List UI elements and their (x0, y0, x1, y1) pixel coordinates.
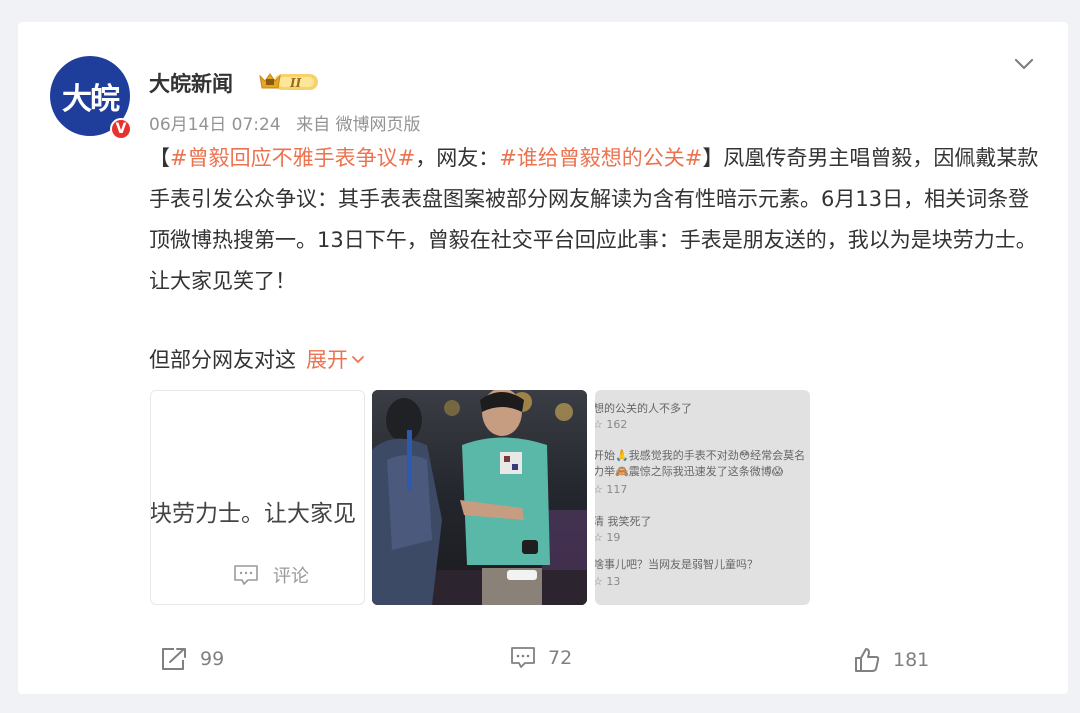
level-badge-icon[interactable]: II (258, 71, 320, 93)
username[interactable]: 大皖新闻 (149, 68, 233, 98)
comment-button[interactable]: 72 (510, 646, 572, 670)
more-text: 但部分网友对这 (149, 348, 296, 372)
repost-icon (162, 648, 186, 670)
repost-count: 99 (200, 648, 225, 670)
photo-image (372, 390, 587, 605)
comment-icon (511, 647, 535, 668)
post-source: 来自 微博网页版 (296, 115, 421, 135)
level-text: II (289, 76, 302, 90)
image-text: 块劳力士。让大家见 (150, 501, 356, 527)
post-meta: 06月14日 07:24 来自 微博网页版 (149, 110, 430, 135)
bracket-open: 【 (149, 146, 170, 170)
image-comment-label: 评论 (233, 562, 309, 588)
like-button[interactable]: 181 (853, 646, 929, 674)
post-image-1[interactable]: 块劳力士。让大家见 评论 (150, 390, 365, 605)
expand-button[interactable]: 展开 (306, 348, 365, 372)
comment-count: 72 (548, 647, 573, 669)
repost-button[interactable]: 99 (160, 646, 224, 672)
content-more: 但部分网友对这 展开 (149, 340, 365, 381)
image-count: ☆ 117 (595, 483, 628, 496)
image-text: 啥事儿吧？当网友是弱智儿童吗？ (595, 558, 758, 571)
image-count: ☆ 162 (595, 418, 628, 431)
post-image-3[interactable]: 想的公关的人不多了 ☆ 162 开始🙏我感觉我的手表不对劲😳经常会莫名 力举🙈震… (595, 390, 810, 605)
weibo-post-card: 大皖 V 大皖新闻 II 06月14日 07:24 来自 微博网页版 【#曾毅回… (18, 22, 1068, 694)
content-text: ，网友： (415, 146, 500, 170)
chevron-down-icon[interactable] (1012, 52, 1036, 76)
avatar-text: 大皖 (62, 82, 120, 117)
hashtag-link[interactable]: #曾毅回应不雅手表争议# (170, 146, 415, 170)
post-content: 【#曾毅回应不雅手表争议#，网友：#谁给曾毅想的公关#】凤凰传奇男主唱曾毅，因佩… (149, 138, 1039, 302)
post-time[interactable]: 06月14日 07:24 (149, 115, 281, 135)
image-text: 力举🙈震惊之际我迅速发了这条微博😱 (595, 465, 784, 478)
image-count: ☆ 19 (595, 531, 621, 544)
verified-icon: V (110, 118, 132, 140)
hashtag-link[interactable]: #谁给曾毅想的公关# (499, 146, 702, 170)
image-text: 清 我笑死了 (595, 515, 652, 528)
image-text: 想的公关的人不多了 (595, 402, 692, 415)
post-image-2[interactable] (372, 390, 587, 605)
like-icon (855, 648, 880, 672)
like-count: 181 (893, 649, 930, 671)
image-text: 开始🙏我感觉我的手表不对劲😳经常会莫名 (595, 449, 806, 462)
comment-icon (234, 565, 258, 585)
chevron-down-icon (352, 356, 364, 363)
image-count: ☆ 13 (595, 575, 621, 588)
